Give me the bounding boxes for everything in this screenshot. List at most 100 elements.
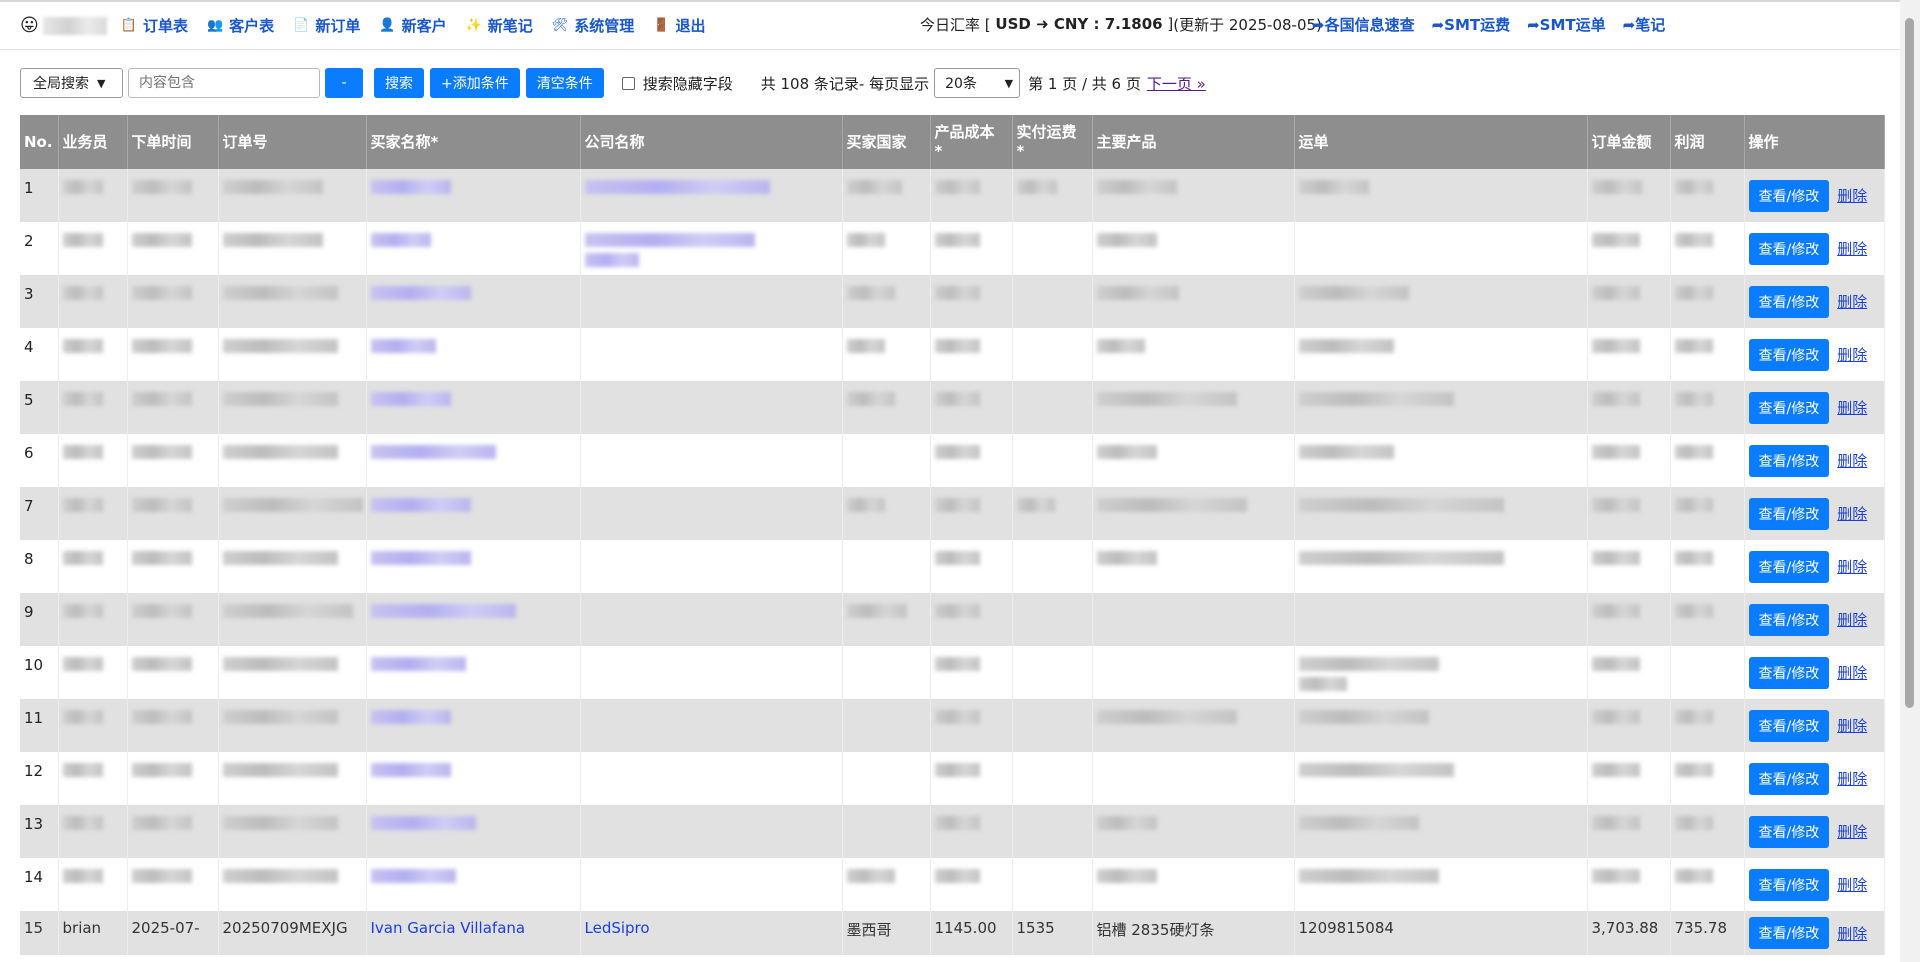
- redacted-cell: [1012, 699, 1093, 752]
- delete-link[interactable]: 删除: [1837, 558, 1867, 576]
- add-condition-button[interactable]: +添加条件: [430, 68, 520, 98]
- buyer-cell-text[interactable]: Ivan Garcia Villafana: [371, 919, 576, 937]
- link-notes[interactable]: ➦笔记: [1623, 14, 1666, 35]
- delete-link[interactable]: 删除: [1837, 823, 1867, 841]
- redacted-value[interactable]: [370, 445, 496, 459]
- redacted-value[interactable]: [370, 604, 516, 618]
- company-cell-text[interactable]: LedSipro: [585, 919, 838, 937]
- col-no[interactable]: No.: [20, 115, 59, 169]
- page-size-select[interactable]: 20条 ▼: [934, 68, 1021, 98]
- col-order-no[interactable]: 订单号: [218, 115, 367, 169]
- view-edit-button[interactable]: 查看/修改: [1748, 391, 1830, 424]
- redacted-value[interactable]: [370, 498, 471, 512]
- nav-new-customer[interactable]: 👤 新客户: [379, 15, 446, 36]
- col-product-cost[interactable]: 产品成本 *: [930, 115, 1013, 169]
- delete-link[interactable]: 删除: [1837, 505, 1867, 523]
- view-edit-button[interactable]: 查看/修改: [1748, 444, 1830, 477]
- nav-system-admin[interactable]: 🛠 系统管理: [552, 15, 635, 36]
- view-edit-button[interactable]: 查看/修改: [1748, 232, 1830, 265]
- view-edit-button[interactable]: 查看/修改: [1748, 497, 1830, 530]
- checkbox[interactable]: [621, 76, 635, 90]
- search-scope-select[interactable]: 全局搜索 ▼: [20, 68, 123, 98]
- redacted-cell: [580, 487, 843, 540]
- redacted-cell: [842, 752, 931, 805]
- logo[interactable]: 😛: [20, 16, 107, 35]
- delete-link[interactable]: 删除: [1837, 399, 1867, 417]
- clear-conditions-button[interactable]: 清空条件: [525, 68, 604, 98]
- delete-link[interactable]: 删除: [1837, 611, 1867, 629]
- redacted-value[interactable]: [370, 551, 471, 565]
- nav-logout[interactable]: 🚪 退出: [653, 15, 705, 36]
- view-edit-button[interactable]: 查看/修改: [1748, 179, 1830, 212]
- col-main-product[interactable]: 主要产品: [1092, 115, 1295, 169]
- redacted-cell: [58, 593, 128, 646]
- redacted-value: [1674, 869, 1713, 883]
- nav-customers[interactable]: 👥 客户表: [207, 15, 274, 36]
- col-order-date[interactable]: 下单时间: [127, 115, 219, 169]
- scrollbar-thumb[interactable]: [1905, 18, 1914, 708]
- redacted-value[interactable]: [584, 233, 755, 247]
- redacted-cell: [1587, 169, 1671, 222]
- nav-orders[interactable]: 📋 订单表: [121, 15, 188, 36]
- redacted-cell: [930, 593, 1013, 646]
- delete-link[interactable]: 删除: [1837, 346, 1867, 364]
- delete-link[interactable]: 删除: [1837, 293, 1867, 311]
- view-edit-button[interactable]: 查看/修改: [1748, 709, 1830, 742]
- redacted-cell: [1092, 381, 1295, 434]
- view-edit-button[interactable]: 查看/修改: [1748, 285, 1830, 318]
- redacted-value[interactable]: [370, 233, 431, 247]
- delete-link[interactable]: 删除: [1837, 452, 1867, 470]
- search-button[interactable]: 搜索: [374, 68, 424, 98]
- redacted-value[interactable]: [584, 180, 770, 194]
- col-buyer[interactable]: 买家名称*: [366, 115, 581, 169]
- view-edit-button[interactable]: 查看/修改: [1748, 338, 1830, 371]
- delete-link[interactable]: 删除: [1837, 717, 1867, 735]
- redacted-value: [934, 180, 980, 194]
- vertical-scrollbar[interactable]: [1900, 0, 1920, 962]
- delete-link[interactable]: 删除: [1837, 187, 1867, 205]
- view-edit-button[interactable]: 查看/修改: [1748, 762, 1830, 795]
- delete-link[interactable]: 删除: [1837, 876, 1867, 894]
- table-row: 6 查看/修改 删除: [20, 434, 1885, 487]
- next-page-link[interactable]: 下一页 »: [1147, 73, 1206, 94]
- link-smt-freight[interactable]: ➦SMT运费: [1432, 14, 1511, 35]
- redacted-value[interactable]: [370, 286, 471, 300]
- search-hidden-fields-toggle[interactable]: 搜索隐藏字段: [621, 73, 733, 94]
- redacted-value[interactable]: [370, 816, 476, 830]
- link-country-info[interactable]: ➦各国信息速查: [1312, 14, 1415, 35]
- view-edit-button[interactable]: 查看/修改: [1748, 815, 1830, 848]
- view-edit-button[interactable]: 查看/修改: [1748, 603, 1830, 636]
- redacted-value[interactable]: [370, 869, 456, 883]
- search-input[interactable]: [128, 68, 320, 98]
- redacted-value[interactable]: [370, 180, 451, 194]
- delete-link[interactable]: 删除: [1837, 925, 1867, 943]
- nav-new-order[interactable]: 📄 新订单: [293, 15, 360, 36]
- col-waybill[interactable]: 运单: [1294, 115, 1588, 169]
- col-order-amount[interactable]: 订单金额: [1587, 115, 1671, 169]
- redacted-value[interactable]: [370, 392, 451, 406]
- redacted-cell: [1092, 699, 1295, 752]
- col-profit[interactable]: 利润: [1670, 115, 1745, 169]
- chevron-down-icon: ▼: [97, 76, 106, 90]
- redacted-value[interactable]: [370, 710, 451, 724]
- redacted-cell: [58, 381, 128, 434]
- redacted-value: [846, 286, 895, 300]
- delete-link[interactable]: 删除: [1837, 240, 1867, 258]
- delete-link[interactable]: 删除: [1837, 770, 1867, 788]
- view-edit-button[interactable]: 查看/修改: [1748, 656, 1830, 689]
- redacted-value[interactable]: [370, 763, 451, 777]
- view-edit-button[interactable]: 查看/修改: [1748, 868, 1830, 901]
- redacted-value[interactable]: [370, 339, 436, 353]
- col-salesperson[interactable]: 业务员: [58, 115, 128, 169]
- nav-new-note[interactable]: ✨ 新笔记: [466, 15, 533, 36]
- redacted-value[interactable]: [370, 657, 466, 671]
- col-shipping-paid[interactable]: 实付运费 *: [1012, 115, 1093, 169]
- link-smt-waybill[interactable]: ➦SMT运单: [1527, 14, 1606, 35]
- view-edit-button[interactable]: 查看/修改: [1748, 917, 1830, 949]
- delete-link[interactable]: 删除: [1837, 664, 1867, 682]
- remove-condition-button[interactable]: -: [325, 68, 363, 98]
- col-country[interactable]: 买家国家: [842, 115, 931, 169]
- col-company[interactable]: 公司名称: [580, 115, 843, 169]
- redacted-cell: [1092, 858, 1295, 911]
- view-edit-button[interactable]: 查看/修改: [1748, 550, 1830, 583]
